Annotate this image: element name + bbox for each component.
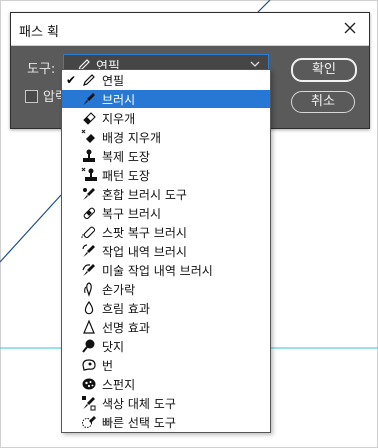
smudge-icon (84, 282, 92, 297)
history-brush-icon (82, 244, 95, 257)
menu-item-dodge[interactable]: 닷지 (62, 337, 270, 355)
menu-item-label: 번 (102, 359, 114, 373)
menu-item-label: 닷지 (102, 340, 125, 354)
menu-item-label: 작업 내역 브러시 (102, 245, 187, 259)
menu-item-label: 브러시 (102, 93, 136, 107)
chevron-down-icon (250, 61, 260, 67)
cancel-button[interactable]: 취소 (291, 91, 355, 113)
close-icon[interactable] (341, 19, 359, 37)
sponge-icon (82, 378, 96, 390)
menu-item-label: 스팟 복구 브러시 (102, 226, 187, 240)
menu-item-label: 미술 작업 내역 브러시 (102, 264, 213, 278)
menu-item-smudge[interactable]: 손가락 (62, 280, 270, 298)
tool-menu: ✔ 연필 브러시 지우개 배경 지우개 복제 도장 패턴 도장 혼합 브러시 도… (61, 69, 271, 433)
eraser-icon (83, 112, 96, 125)
art-history-brush-icon (82, 264, 95, 276)
clone-stamp-icon (83, 149, 95, 162)
menu-item-art-history-brush[interactable]: 미술 작업 내역 브러시 (62, 261, 270, 279)
menu-item-eraser[interactable]: 지우개 (62, 109, 270, 127)
blur-icon (84, 300, 94, 315)
menu-item-quick-selection[interactable]: 빠른 선택 도구 (62, 413, 270, 431)
menu-item-burn[interactable]: 번 (62, 356, 270, 374)
menu-item-label: 지우개 (102, 112, 136, 126)
dodge-icon (82, 339, 95, 353)
menu-item-sponge[interactable]: 스펀지 (62, 375, 270, 393)
menu-item-label: 흐림 효과 (102, 302, 150, 316)
menu-item-sharpen[interactable]: 선명 효과 (62, 318, 270, 336)
menu-item-history-brush[interactable]: 작업 내역 브러시 (62, 242, 270, 260)
menu-item-mixer-brush[interactable]: 혼합 브러시 도구 (62, 185, 270, 203)
menu-item-label: 스펀지 (102, 378, 136, 392)
spot-healing-brush-icon (81, 226, 96, 239)
menu-item-healing-brush[interactable]: 복구 브러시 (62, 204, 270, 222)
pencil-icon (83, 74, 95, 86)
pattern-stamp-icon (81, 167, 97, 181)
background-eraser-icon (81, 129, 95, 143)
menu-item-brush[interactable]: 브러시 (62, 90, 270, 108)
menu-item-label: 색상 대체 도구 (102, 397, 176, 411)
menu-item-label: 연필 (102, 74, 125, 88)
menu-item-blur[interactable]: 흐림 효과 (62, 299, 270, 317)
tool-label: 도구: (27, 62, 56, 77)
dialog-title: 패스 획 (19, 25, 60, 40)
quick-selection-icon (82, 416, 96, 428)
menu-item-label: 선명 효과 (102, 321, 150, 335)
burn-icon (82, 359, 96, 371)
menu-item-label: 복구 브러시 (102, 207, 162, 221)
menu-item-spot-healing-brush[interactable]: 스팟 복구 브러시 (62, 223, 270, 241)
menu-item-label: 패턴 도장 (102, 169, 150, 183)
menu-item-label: 혼합 브러시 도구 (102, 188, 187, 202)
color-replacement-icon (82, 396, 96, 411)
menu-item-pencil[interactable]: ✔ 연필 (62, 71, 270, 89)
title-bar: 패스 획 (11, 13, 369, 46)
menu-item-pattern-stamp[interactable]: 패턴 도장 (62, 166, 270, 184)
ok-button[interactable]: 확인 (291, 58, 357, 82)
menu-item-label: 배경 지우개 (102, 131, 162, 145)
path-line-top (257, 0, 271, 13)
path-line-left (0, 194, 62, 263)
mixer-brush-icon (83, 188, 95, 200)
menu-item-background-eraser[interactable]: 배경 지우개 (62, 128, 270, 146)
menu-item-label: 손가락 (102, 283, 136, 297)
menu-item-clone-stamp[interactable]: 복제 도장 (62, 147, 270, 165)
menu-item-color-replacement[interactable]: 색상 대체 도구 (62, 394, 270, 412)
sharpen-icon (83, 319, 95, 334)
menu-item-label: 빠른 선택 도구 (102, 416, 176, 430)
healing-brush-icon (83, 207, 96, 220)
checkmark-icon: ✔ (66, 73, 77, 87)
simulate-pressure-checkbox[interactable] (25, 90, 38, 103)
brush-icon (83, 93, 95, 105)
menu-item-label: 복제 도장 (102, 150, 150, 164)
